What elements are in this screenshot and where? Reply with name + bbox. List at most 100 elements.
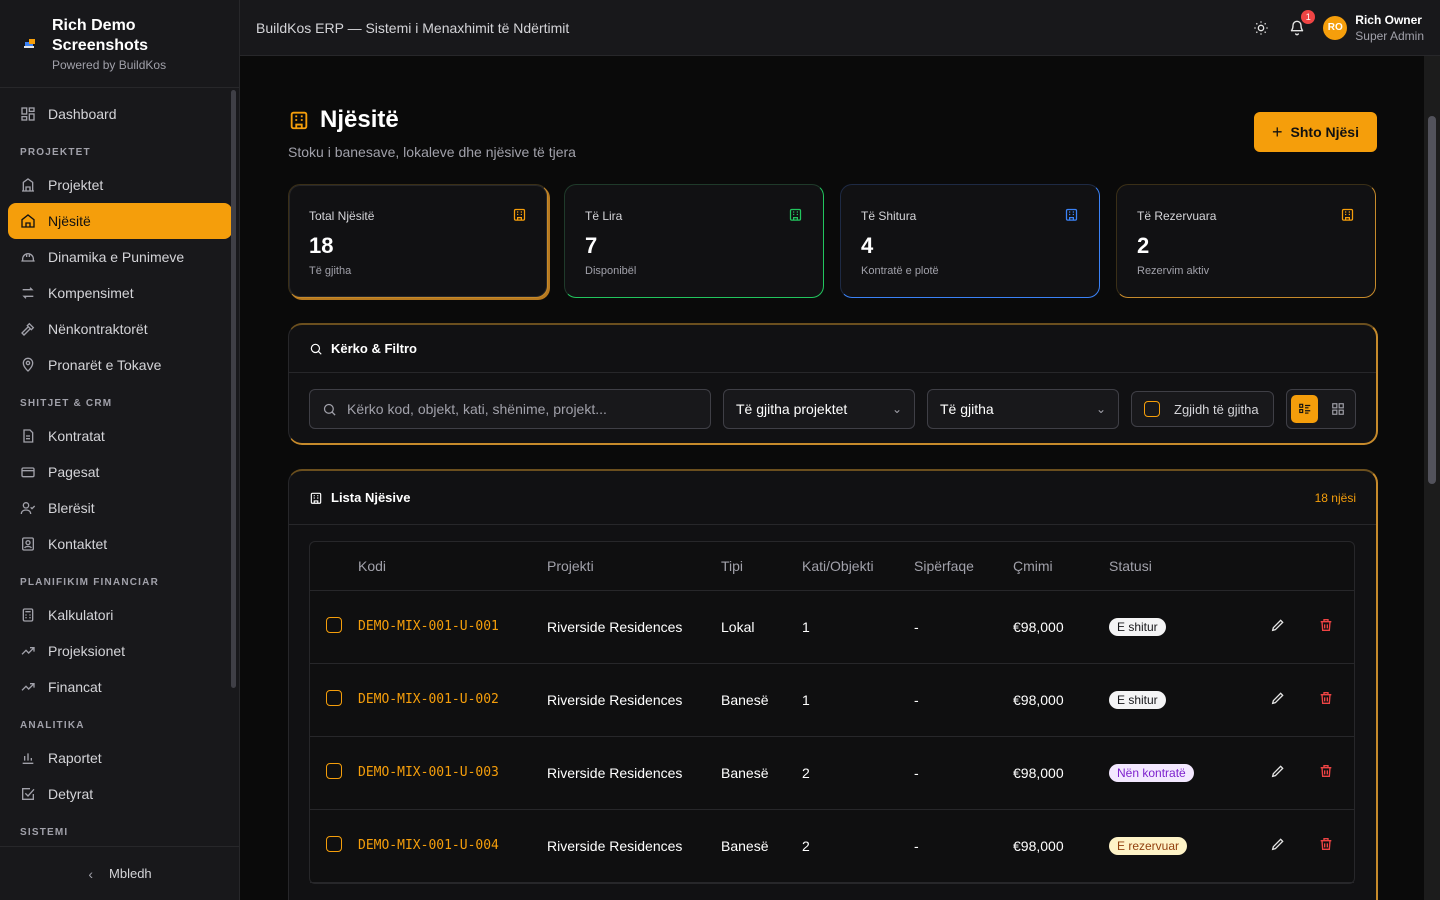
header-price[interactable]: Çmimi (1013, 542, 1109, 591)
trash-icon[interactable] (1318, 836, 1334, 852)
main-content: Njësitë Stoku i banesave, lokaleve dhe n… (240, 56, 1424, 900)
stat-note: Rezervim aktiv (1137, 265, 1210, 277)
filter-title: Kërko & Filtro (331, 341, 417, 356)
main-scroll-track[interactable] (1424, 56, 1440, 900)
header-project[interactable]: Projekti (547, 542, 721, 591)
brand-logo-icon (20, 32, 44, 56)
trash-icon[interactable] (1318, 763, 1334, 779)
search-input[interactable] (347, 401, 687, 417)
stat-card-reserved: Të Rezervuara 2 Rezervim aktiv (1116, 184, 1376, 298)
pencil-icon[interactable] (1270, 763, 1286, 779)
main-scrollbar[interactable] (1428, 116, 1436, 484)
sidebar-item-label: Projektet (48, 177, 104, 193)
sidebar-item-financat[interactable]: Financat (8, 669, 232, 705)
header-code[interactable]: Kodi (358, 542, 547, 591)
select-all-button[interactable]: Zgjidh të gjitha (1131, 391, 1274, 427)
page-subtitle: Stoku i banesave, lokaleve dhe njësive t… (288, 144, 576, 160)
chevron-left-icon: ‹ (88, 865, 94, 882)
sidebar-item-dashboard[interactable]: Dashboard (8, 96, 232, 132)
document-icon (23, 429, 34, 443)
status-select[interactable]: Të gjitha ⌄ (927, 389, 1119, 429)
sidebar-item-njesite[interactable]: Njësitë (8, 203, 232, 239)
add-unit-button[interactable]: + Shto Njësi (1254, 112, 1377, 152)
project-select[interactable]: Të gjitha projektet ⌄ (723, 389, 915, 429)
select-all-checkbox[interactable] (1144, 401, 1160, 417)
row-checkbox[interactable] (326, 836, 342, 852)
table-row[interactable]: DEMO-MIX-001-U-004 Riverside Residences … (310, 809, 1354, 883)
list-count: 18 njësi (1314, 490, 1356, 505)
sidebar-item-dinamika[interactable]: Dinamika e Punimeve (8, 239, 232, 275)
header-floor[interactable]: Kati/Objekti (802, 542, 914, 591)
pencil-icon[interactable] (1270, 836, 1286, 852)
sidebar-item-bleresit[interactable]: Blerësit (8, 490, 232, 526)
sidebar-item-kalkulatori[interactable]: Kalkulatori (8, 597, 232, 633)
unit-floor: 2 (802, 809, 914, 883)
row-checkbox[interactable] (326, 617, 342, 633)
search-box (309, 389, 711, 429)
user-menu[interactable]: Rich Owner Super Admin (1355, 13, 1424, 43)
unit-code[interactable]: DEMO-MIX-001-U-004 (358, 809, 547, 883)
sidebar-item-kontratat[interactable]: Kontratat (8, 418, 232, 454)
header-actions (1248, 542, 1354, 591)
sidebar-item-kontaktet[interactable]: Kontaktet (8, 526, 232, 562)
table-row[interactable]: DEMO-MIX-001-U-002 Riverside Residences … (310, 663, 1354, 737)
unit-list-card: Lista Njësive 18 njësi Kodi Projekti Tip… (288, 469, 1378, 900)
sidebar-item-raportet[interactable]: Raportet (8, 740, 232, 776)
status-badge: E shitur (1109, 690, 1166, 709)
unit-price: €98,000 (1013, 736, 1109, 810)
project-select-value: Të gjitha projektet (736, 401, 848, 417)
header-status[interactable]: Statusi (1109, 542, 1248, 591)
collapse-button[interactable]: ‹ Mbledh (0, 846, 240, 900)
unit-code[interactable]: DEMO-MIX-001-U-002 (358, 663, 547, 737)
notifications-button[interactable]: 1 (1287, 9, 1316, 38)
sidebar-item-kompensimet[interactable]: Kompensimet (8, 275, 232, 311)
header-area[interactable]: Sipërfaqe (914, 542, 1013, 591)
stat-card-sold: Të Shitura 4 Kontratë e plotë (840, 184, 1100, 298)
stats-row: Total Njësitë 18 Të gjitha Të Lira 7 Dis… (288, 184, 1376, 298)
theme-toggle-button[interactable] (1251, 18, 1271, 38)
header-type[interactable]: Tipi (721, 542, 802, 591)
unit-project: Riverside Residences (547, 663, 721, 737)
sidebar-nav: Dashboard PROJEKTET Projektet Njësitë Di… (0, 88, 240, 846)
unit-floor: 2 (802, 736, 914, 810)
sidebar-item-pronaret[interactable]: Pronarët e Tokave (8, 347, 232, 383)
pencil-icon[interactable] (1270, 617, 1286, 633)
row-checkbox[interactable] (326, 763, 342, 779)
sidebar-item-detyrat[interactable]: Detyrat (8, 776, 232, 812)
chevron-down-icon: ⌄ (891, 402, 902, 416)
unit-code[interactable]: DEMO-MIX-001-U-001 (358, 590, 547, 664)
building-icon (1340, 207, 1355, 222)
status-badge: E rezervuar (1109, 836, 1188, 855)
unit-code[interactable]: DEMO-MIX-001-U-003 (358, 736, 547, 810)
sidebar-item-label: Pagesat (48, 464, 100, 480)
unit-floor: 1 (802, 590, 914, 664)
pencil-icon[interactable] (1270, 690, 1286, 706)
brand[interactable]: Rich Demo Screenshots Powered by BuildKo… (0, 0, 239, 88)
sun-icon (1254, 20, 1268, 35)
trending-up-icon (21, 683, 35, 691)
user-check-icon (20, 502, 36, 515)
grid-view-button[interactable] (1324, 395, 1351, 423)
table-row[interactable]: DEMO-MIX-001-U-003 Riverside Residences … (310, 736, 1354, 810)
unit-project: Riverside Residences (547, 809, 721, 883)
table-row[interactable]: DEMO-MIX-001-U-001 Riverside Residences … (310, 590, 1354, 664)
sidebar-item-projektet[interactable]: Projektet (8, 167, 232, 203)
section-projektet: PROJEKTET (20, 147, 91, 158)
unit-floor: 1 (802, 663, 914, 737)
avatar[interactable]: RO (1323, 15, 1348, 40)
sidebar-scrollbar[interactable] (231, 90, 236, 688)
row-checkbox[interactable] (326, 690, 342, 706)
sidebar-item-pagesat[interactable]: Pagesat (8, 454, 232, 490)
sidebar-item-label: Pronarët e Tokave (48, 357, 162, 373)
list-icon (1298, 403, 1310, 414)
notification-badge: 1 (1301, 9, 1316, 24)
sidebar-item-projeksionet[interactable]: Projeksionet (8, 633, 232, 669)
list-view-button[interactable] (1291, 395, 1318, 423)
unit-area: - (914, 809, 1013, 883)
app-title: BuildKos ERP — Sistemi i Menaxhimit të N… (256, 19, 570, 36)
trash-icon[interactable] (1318, 690, 1334, 706)
map-pin-icon (22, 357, 34, 372)
trash-icon[interactable] (1318, 617, 1334, 633)
section-sistemi: SISTEMI (20, 827, 69, 838)
sidebar-item-nenkontraktoret[interactable]: Nënkontraktorët (8, 311, 232, 347)
